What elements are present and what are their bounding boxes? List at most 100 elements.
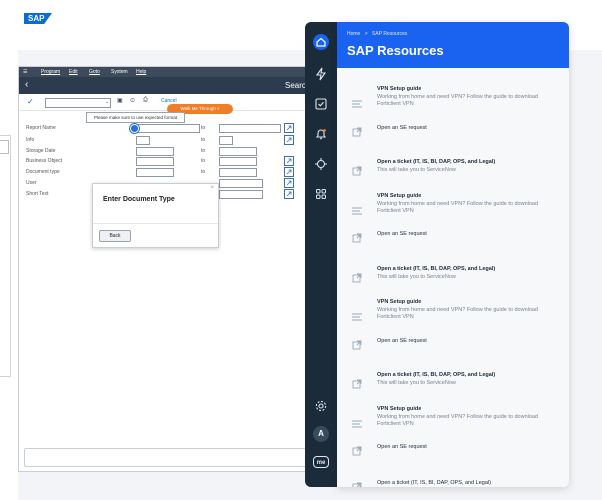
resource-item-vpn[interactable]: VPN Setup guide Working from home and nee… <box>337 299 569 335</box>
field-to-label: to <box>201 125 206 131</box>
resource-list: VPN Setup guide Working from home and nee… <box>337 68 569 487</box>
multiple-selection-icon[interactable] <box>284 189 294 199</box>
sap-titlebar: ‹ Searc <box>19 77 311 94</box>
field-to-label: to <box>201 158 206 164</box>
checklist-icon[interactable] <box>313 96 329 112</box>
bell-icon[interactable] <box>313 126 329 142</box>
field-from-input[interactable] <box>136 168 174 177</box>
refresh-icon[interactable]: ⊙ <box>130 97 135 104</box>
resource-description: This will take you to ServiceNow <box>377 380 456 386</box>
settings-icon[interactable] <box>313 398 329 414</box>
close-icon[interactable]: × <box>210 185 214 191</box>
format-tooltip: Please make sure to use expected format <box>86 112 185 123</box>
resource-description: Working from home and need VPN? Follow t… <box>377 94 539 107</box>
breadcrumb: Home > SAP Resources <box>347 31 407 37</box>
bolt-icon[interactable] <box>313 66 329 82</box>
focus-marker-icon <box>130 124 139 133</box>
side-rail: me <box>305 22 337 487</box>
avatar[interactable]: A <box>313 426 329 442</box>
multiple-selection-icon[interactable] <box>284 178 294 188</box>
external-link-icon <box>351 163 363 176</box>
field-to-input[interactable] <box>219 179 263 188</box>
resource-title: Open a ticket (IT, IS, BI, DAP, OPS, and… <box>377 372 496 378</box>
brand-badge-icon[interactable]: me <box>313 456 329 468</box>
hub-icon[interactable] <box>313 156 329 172</box>
window-title: Searc <box>285 81 306 90</box>
menu-help[interactable]: Help <box>136 69 146 75</box>
field-from-input[interactable] <box>136 136 150 145</box>
resource-title: Open a ticket (IT, IS, BI, DAP, OPS, and… <box>377 265 496 272</box>
sap-logo: SAP <box>24 13 52 24</box>
resource-title: Open a ticket (IT, IS, BI, DAP, OPS, and… <box>377 159 496 165</box>
panel-header: Home > SAP Resources SAP Resources <box>337 22 569 68</box>
multiple-selection-icon[interactable] <box>284 135 294 145</box>
field-label: Short Text <box>26 191 49 197</box>
field-from-input[interactable] <box>136 147 174 156</box>
print-icon[interactable]: ⎙ <box>143 97 148 104</box>
resource-description: This will take you to ServiceNow <box>377 167 456 173</box>
resource-item-vpn[interactable]: VPN Setup guide Working from home and nee… <box>337 193 569 229</box>
resource-item-link[interactable]: Open a ticket (IT, IS, BI, DAP, OPS, and… <box>337 264 569 300</box>
resource-description: This will take you to ServiceNow <box>377 273 456 280</box>
menu-system[interactable]: System <box>111 69 128 75</box>
field-to-input[interactable] <box>219 190 263 199</box>
resource-item-link[interactable]: Open a ticket (IT, IS, BI, DAP, OPS, and… <box>337 157 569 193</box>
resource-description: Working from home and need VPN? Follow t… <box>377 200 539 214</box>
menu-program[interactable]: Program <box>41 69 60 75</box>
check-icon[interactable]: ✓ <box>27 97 34 106</box>
field-to-input[interactable] <box>219 157 257 166</box>
field-to-input[interactable] <box>219 147 257 156</box>
multiple-selection-icon[interactable] <box>284 167 294 177</box>
external-link-icon <box>351 479 363 487</box>
field-label: Storage Date <box>26 148 56 154</box>
resource-item-vpn[interactable]: VPN Setup guide Working from home and nee… <box>337 406 569 442</box>
field-to-input[interactable] <box>219 124 281 133</box>
resource-title: Open an SE request <box>377 444 427 450</box>
sap-menubar: ☰ Program Edit Goto System Help <box>19 67 311 77</box>
sap-toolbar: ✓ ⌄ ▣ ⊙ ⎙ Cancel <box>19 94 311 111</box>
resource-title: VPN Setup guide <box>377 192 422 199</box>
back-arrow-icon[interactable]: ‹ <box>25 79 28 90</box>
resource-item-link[interactable]: Open a ticket (IT, IS, BI, DAP, OPS, and… <box>337 477 569 487</box>
resource-item-vpn[interactable]: VPN Setup guide Working from home and nee… <box>337 86 569 122</box>
field-to-input[interactable] <box>219 136 233 145</box>
menu-goto[interactable]: Goto <box>89 69 100 75</box>
resource-item-link[interactable]: Open an SE request <box>337 122 569 158</box>
sap-resources-panel: Home > SAP Resources SAP Resources VPN S… <box>337 22 569 487</box>
multiple-selection-icon[interactable] <box>284 156 294 166</box>
dialog-divider <box>93 223 218 224</box>
resource-item-link[interactable]: Open a ticket (IT, IS, BI, DAP, OPS, and… <box>337 370 569 406</box>
resource-title: Open a ticket (IT, IS, BI, DAP, OPS, and… <box>377 479 491 486</box>
back-button[interactable]: Back <box>99 230 131 242</box>
background-left-panel <box>0 135 11 377</box>
menu-edit[interactable]: Edit <box>69 69 78 75</box>
resource-description: Working from home and need VPN? Follow t… <box>377 307 539 320</box>
field-to-label: to <box>201 137 206 143</box>
breadcrumb-separator: > <box>364 31 368 37</box>
resource-item-link[interactable]: Open an SE request <box>337 228 569 264</box>
external-link-icon <box>351 230 363 243</box>
field-label: Business Object <box>26 158 63 164</box>
field-to-input[interactable] <box>219 168 257 177</box>
field-from-input[interactable] <box>136 157 174 166</box>
field-from-input[interactable] <box>136 124 200 133</box>
external-link-icon <box>351 443 363 456</box>
field-to-label: to <box>201 148 206 154</box>
breadcrumb-home[interactable]: Home <box>347 31 360 37</box>
external-link-icon <box>351 270 363 282</box>
hamburger-icon[interactable]: ☰ <box>23 69 27 75</box>
field-to-label: to <box>201 169 206 175</box>
vpn-guide-icon <box>351 309 363 321</box>
save-icon[interactable]: ▣ <box>117 97 123 104</box>
apps-grid-icon[interactable] <box>313 186 329 202</box>
resource-title: Open an SE request <box>377 231 427 237</box>
dialog-title: Enter Document Type <box>103 196 175 203</box>
command-field[interactable]: ⌄ <box>45 98 111 108</box>
resource-item-link[interactable]: Open an SE request <box>337 335 569 371</box>
multiple-selection-icon[interactable] <box>284 123 294 133</box>
external-link-icon <box>351 124 363 136</box>
home-icon[interactable] <box>313 34 329 50</box>
background-left-button[interactable] <box>0 140 9 154</box>
resource-title: VPN Setup guide <box>377 86 422 92</box>
resource-item-link[interactable]: Open an SE request <box>337 441 569 477</box>
